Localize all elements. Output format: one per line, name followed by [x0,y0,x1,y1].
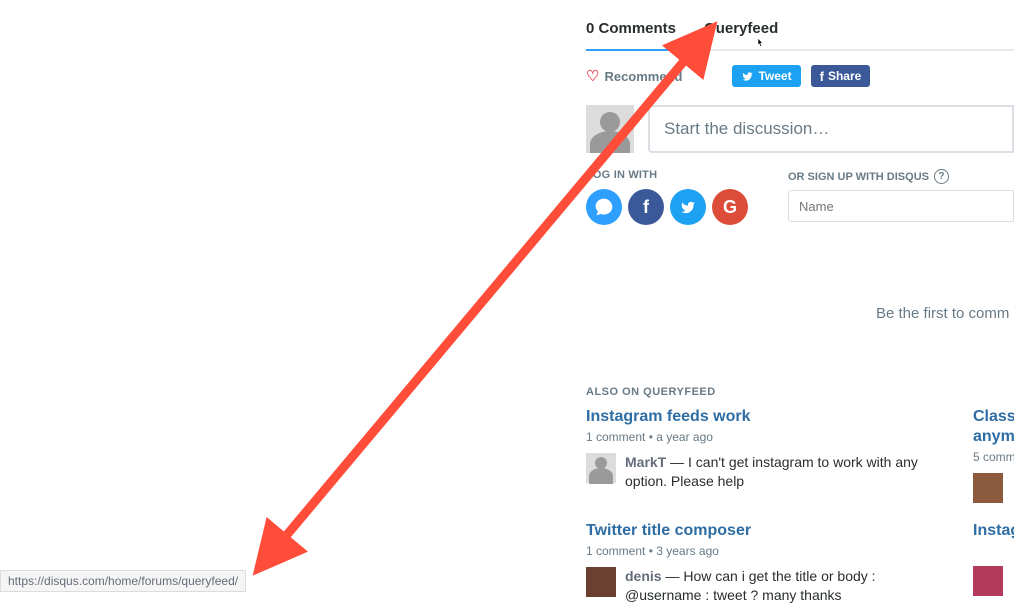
tweet-button[interactable]: Tweet [732,65,800,87]
facebook-icon: f [820,69,824,84]
login-label: LOG IN WITH [586,169,748,181]
signup-label: OR SIGN UP WITH DISQUS [788,171,929,183]
tweet-label: Tweet [758,69,791,83]
login-facebook-button[interactable]: f [628,189,664,225]
related-text: MarkT — I can't get instagram to work wi… [625,453,931,491]
related-meta: 5 comm [973,450,1014,464]
related-title[interactable]: Class [973,408,1014,426]
login-disqus-button[interactable] [586,189,622,225]
google-icon: G [723,197,737,218]
heart-icon: ♡ [586,67,599,85]
login-twitter-button[interactable] [670,189,706,225]
facebook-icon: f [643,197,649,218]
twitter-icon [679,200,697,215]
tab-site-link[interactable]: Queryfeed [704,20,778,37]
avatar [973,473,1003,503]
status-bar-url: https://disqus.com/home/forums/queryfeed… [0,570,246,592]
twitter-icon [741,71,754,82]
recommend-label: Recommend [604,69,682,84]
also-on-label: ALSO ON QUERYFEED [586,386,716,398]
avatar [586,105,634,153]
related-title[interactable]: Instagram feeds work [586,408,931,426]
help-icon[interactable]: ? [934,169,949,184]
share-label: Share [828,69,861,83]
related-meta: 1 comment • 3 years ago [586,544,931,558]
avatar [586,567,616,597]
compose-input[interactable]: Start the discussion… [648,105,1014,153]
share-button[interactable]: f Share [811,65,871,87]
avatar [586,453,616,483]
recommend-button[interactable]: ♡ Recommend [586,67,682,85]
related-meta: 1 comment • a year ago [586,430,931,444]
first-comment-prompt: Be the first to comm [876,305,1009,322]
tab-indicator [586,49,681,51]
cursor-pointer-icon [752,36,768,52]
related-title[interactable]: Instag [973,522,1014,540]
related-title-line2[interactable]: anym [973,428,1014,446]
tab-comments[interactable]: 0 Comments [586,20,676,37]
disqus-icon [594,197,614,217]
login-google-button[interactable]: G [712,189,748,225]
related-title[interactable]: Twitter title composer [586,522,931,540]
name-input[interactable] [788,190,1014,222]
related-text: denis — How can i get the title or body … [625,567,931,605]
